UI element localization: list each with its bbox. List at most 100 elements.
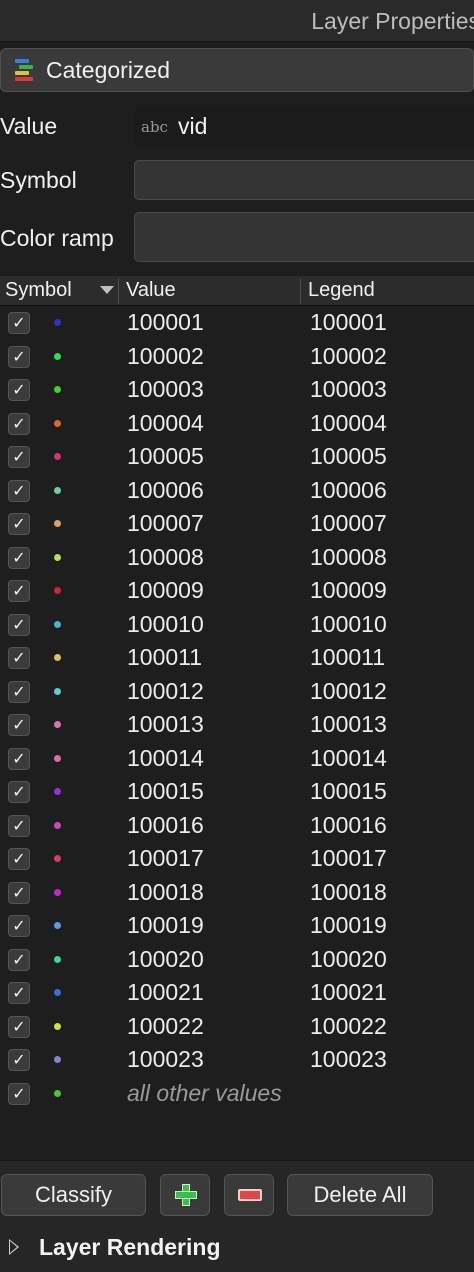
- category-legend: 100022: [310, 1012, 387, 1039]
- table-row[interactable]: ✓ 100018 100018: [0, 876, 474, 910]
- table-row[interactable]: ✓ 100009 100009: [0, 574, 474, 608]
- table-row[interactable]: ✓ 100022 100022: [0, 1010, 474, 1044]
- add-category-button[interactable]: [160, 1174, 210, 1216]
- row-visibility-checkbox[interactable]: ✓: [8, 747, 30, 770]
- category-legend: 100018: [310, 878, 387, 905]
- symbol-swatch[interactable]: [54, 1022, 61, 1030]
- category-legend: 100002: [310, 342, 387, 369]
- table-row[interactable]: ✓ 100006 100006: [0, 474, 474, 508]
- symbol-swatch[interactable]: [54, 620, 61, 628]
- row-visibility-checkbox[interactable]: ✓: [8, 379, 30, 401]
- category-legend: 100014: [310, 744, 387, 771]
- table-row[interactable]: ✓ 100015 100015: [0, 775, 474, 809]
- table-row[interactable]: ✓ 100016 100016: [0, 809, 474, 843]
- row-visibility-checkbox[interactable]: ✓: [8, 446, 30, 468]
- category-value: 100006: [127, 476, 204, 503]
- table-row[interactable]: ✓ 100004 100004: [0, 407, 474, 441]
- symbol-swatch[interactable]: [54, 788, 61, 795]
- symbol-swatch[interactable]: [54, 587, 61, 594]
- table-row[interactable]: ✓ 100001 100001: [0, 306, 474, 340]
- row-visibility-checkbox[interactable]: ✓: [8, 948, 30, 971]
- column-header-symbol[interactable]: Symbol: [5, 279, 72, 302]
- symbol-swatch[interactable]: [54, 319, 61, 326]
- category-value: 100003: [127, 376, 204, 402]
- symbol-swatch[interactable]: [54, 754, 61, 762]
- symbol-swatch[interactable]: [54, 520, 61, 527]
- symbol-swatch[interactable]: [54, 654, 61, 661]
- row-visibility-checkbox[interactable]: ✓: [8, 546, 30, 569]
- table-row[interactable]: ✓ 100023 100023: [0, 1043, 474, 1077]
- table-row[interactable]: ✓ 100017 100017: [0, 842, 474, 876]
- category-legend: 100008: [310, 543, 387, 570]
- symbol-swatch[interactable]: [54, 386, 61, 393]
- category-legend: 100007: [310, 510, 387, 536]
- row-visibility-checkbox[interactable]: ✓: [8, 513, 30, 535]
- row-visibility-checkbox[interactable]: ✓: [8, 714, 30, 736]
- symbol-swatch[interactable]: [54, 1089, 61, 1097]
- symbol-swatch[interactable]: [54, 922, 61, 929]
- table-row[interactable]: ✓ 100007 100007: [0, 507, 474, 541]
- category-value: 100021: [127, 979, 204, 1005]
- table-row[interactable]: ✓ 100019 100019: [0, 909, 474, 943]
- table-row[interactable]: ✓ all other values: [0, 1077, 474, 1111]
- disclosure-triangle-icon[interactable]: [9, 1239, 19, 1255]
- table-row[interactable]: ✓ 100013 100013: [0, 708, 474, 742]
- table-row[interactable]: ✓ 100011 100011: [0, 641, 474, 675]
- row-visibility-checkbox[interactable]: ✓: [8, 982, 30, 1004]
- symbol-swatch[interactable]: [54, 721, 61, 728]
- row-visibility-checkbox[interactable]: ✓: [8, 412, 30, 435]
- row-visibility-checkbox[interactable]: ✓: [8, 1049, 30, 1071]
- category-legend: 100016: [310, 811, 387, 838]
- symbol-swatch[interactable]: [54, 419, 61, 427]
- symbol-swatch[interactable]: [54, 486, 61, 494]
- delete-all-button[interactable]: Delete All: [287, 1174, 433, 1216]
- row-visibility-checkbox[interactable]: ✓: [8, 647, 30, 669]
- table-row[interactable]: ✓ 100020 100020: [0, 943, 474, 977]
- renderer-type-dropdown[interactable]: Categorized: [0, 48, 474, 92]
- row-visibility-checkbox[interactable]: ✓: [8, 781, 30, 803]
- row-visibility-checkbox[interactable]: ✓: [8, 814, 30, 837]
- row-visibility-checkbox[interactable]: ✓: [8, 881, 30, 904]
- row-visibility-checkbox[interactable]: ✓: [8, 1015, 30, 1038]
- color-ramp-selector[interactable]: [134, 212, 474, 262]
- row-visibility-checkbox[interactable]: ✓: [8, 915, 30, 937]
- table-row[interactable]: ✓ 100003 100003: [0, 373, 474, 407]
- symbol-selector-button[interactable]: [134, 160, 474, 200]
- category-value: 100014: [127, 744, 204, 771]
- row-visibility-checkbox[interactable]: ✓: [8, 312, 30, 334]
- symbol-swatch[interactable]: [54, 989, 61, 996]
- symbol-swatch[interactable]: [54, 453, 61, 460]
- symbol-swatch[interactable]: [54, 352, 61, 360]
- symbol-swatch[interactable]: [54, 1056, 61, 1063]
- table-row[interactable]: ✓ 100021 100021: [0, 976, 474, 1010]
- sort-descending-icon[interactable]: [100, 286, 114, 294]
- symbol-swatch[interactable]: [54, 821, 61, 829]
- row-visibility-checkbox[interactable]: ✓: [8, 345, 30, 368]
- category-value: 100005: [127, 443, 204, 469]
- table-row[interactable]: ✓ 100008 100008: [0, 541, 474, 575]
- row-visibility-checkbox[interactable]: ✓: [8, 580, 30, 602]
- symbol-swatch[interactable]: [54, 955, 61, 963]
- row-visibility-checkbox[interactable]: ✓: [8, 613, 30, 636]
- table-row[interactable]: ✓ 100012 100012: [0, 675, 474, 709]
- symbol-swatch[interactable]: [54, 855, 61, 862]
- row-visibility-checkbox[interactable]: ✓: [8, 680, 30, 703]
- column-header-value[interactable]: Value: [126, 279, 176, 302]
- layer-rendering-section[interactable]: Layer Rendering: [0, 1231, 474, 1267]
- symbol-swatch[interactable]: [54, 553, 61, 561]
- symbol-swatch[interactable]: [54, 888, 61, 896]
- table-row[interactable]: ✓ 100014 100014: [0, 742, 474, 776]
- category-legend: 100021: [310, 979, 387, 1005]
- plus-icon: [175, 1184, 197, 1206]
- row-visibility-checkbox[interactable]: ✓: [8, 848, 30, 870]
- row-visibility-checkbox[interactable]: ✓: [8, 479, 30, 502]
- classify-button[interactable]: Classify: [1, 1174, 146, 1216]
- row-visibility-checkbox[interactable]: ✓: [8, 1082, 30, 1105]
- table-row[interactable]: ✓ 100010 100010: [0, 608, 474, 642]
- table-row[interactable]: ✓ 100005 100005: [0, 440, 474, 474]
- remove-category-button[interactable]: [224, 1174, 274, 1216]
- value-field-combobox[interactable]: abc vid: [134, 107, 474, 147]
- symbol-swatch[interactable]: [54, 687, 61, 695]
- column-header-legend[interactable]: Legend: [308, 279, 375, 302]
- table-row[interactable]: ✓ 100002 100002: [0, 340, 474, 374]
